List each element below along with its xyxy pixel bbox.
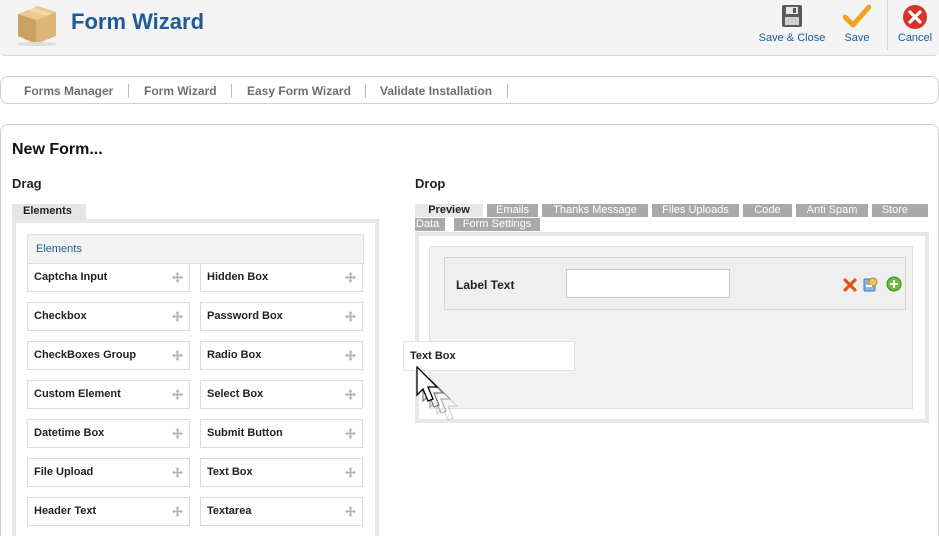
element-item-label: Captcha Input [34, 271, 108, 283]
element-item[interactable]: Header Text [27, 497, 190, 526]
submenu-divider [128, 84, 129, 98]
save-button[interactable]: Save [840, 4, 874, 44]
save-close-label: Save & Close [758, 32, 826, 44]
move-handle-icon[interactable] [172, 272, 183, 283]
move-handle-icon[interactable] [172, 467, 183, 478]
drop-section-label: Drop [415, 176, 446, 191]
main-panel: New Form... Drag Drop Elements Elements … [0, 124, 939, 536]
submenu-divider [507, 84, 508, 98]
tab-elements[interactable]: Elements [12, 204, 86, 219]
tab-preview[interactable]: Preview [415, 204, 483, 217]
element-item[interactable]: Datetime Box [27, 419, 190, 448]
elements-header: Elements [27, 234, 364, 264]
drop-tabs: Preview Emails Thanks Message Files Uplo… [415, 204, 928, 234]
save-label: Save [844, 32, 870, 44]
move-handle-icon[interactable] [345, 506, 356, 517]
move-handle-icon[interactable] [172, 428, 183, 439]
move-handle-icon[interactable] [345, 272, 356, 283]
element-item-label: File Upload [34, 466, 94, 478]
form-preview-area: Label Text [429, 246, 913, 409]
element-item-label: Select Box [207, 388, 264, 400]
tab-emails[interactable]: Emails [487, 204, 538, 217]
tab-anti-spam[interactable]: Anti Spam [796, 204, 868, 217]
checkmark-icon [843, 4, 871, 28]
element-item-label: Custom Element [34, 388, 121, 400]
move-handle-icon[interactable] [345, 428, 356, 439]
tab-form-settings[interactable]: Form Settings [454, 218, 540, 231]
element-item-label: Header Text [34, 505, 97, 517]
element-item-label: Radio Box [207, 349, 262, 361]
element-item-label: Password Box [207, 310, 283, 322]
tab-store[interactable]: Store [872, 204, 928, 217]
submenu-divider [231, 84, 232, 98]
app-title: Form Wizard [71, 9, 205, 34]
form-field-row[interactable]: Label Text [444, 257, 906, 310]
toolbar-header: Form Wizard Save & Close Save Cancel [0, 0, 939, 56]
tab-files-uploads[interactable]: Files Uploads [652, 204, 739, 217]
package-box-icon [17, 6, 57, 46]
save-close-button[interactable]: Save & Close [757, 4, 827, 44]
cancel-button[interactable]: Cancel [896, 4, 934, 44]
page-title: New Form... [12, 141, 103, 158]
element-item[interactable]: Hidden Box [200, 263, 363, 292]
element-item[interactable]: Radio Box [200, 341, 363, 370]
move-handle-icon[interactable] [172, 389, 183, 400]
delete-field-icon[interactable] [843, 278, 857, 297]
drag-section-label: Drag [12, 176, 42, 191]
cancel-label: Cancel [897, 32, 933, 44]
tab-code[interactable]: Code [743, 204, 792, 217]
move-handle-icon[interactable] [345, 350, 356, 361]
element-item[interactable]: Password Box [200, 302, 363, 331]
mouse-pointer-icon [416, 366, 459, 421]
element-item[interactable]: Select Box [200, 380, 363, 409]
element-item[interactable]: Submit Button [200, 419, 363, 448]
field-text-input[interactable] [566, 269, 730, 298]
element-item[interactable]: Custom Element [27, 380, 190, 409]
element-item-label: Hidden Box [207, 271, 269, 283]
drop-zone[interactable]: Label Text [415, 232, 929, 423]
app-root: Form Wizard Save & Close Save Cancel For… [0, 0, 939, 536]
element-item-label: CheckBoxes Group [34, 349, 137, 361]
field-label: Label Text [456, 278, 515, 292]
tab-store-data[interactable]: Data [415, 218, 445, 231]
element-item[interactable]: Textarea [200, 497, 363, 526]
move-handle-icon[interactable] [172, 506, 183, 517]
toolbar-divider [887, 0, 888, 50]
element-item[interactable]: Text Box [200, 458, 363, 487]
submenu-form-wizard[interactable]: Form Wizard [144, 84, 217, 98]
tab-thanks-message[interactable]: Thanks Message [542, 204, 648, 217]
submenu-forms-manager[interactable]: Forms Manager [24, 84, 113, 98]
edit-field-icon[interactable] [863, 276, 879, 297]
element-item[interactable]: Captcha Input [27, 263, 190, 292]
cancel-x-icon [903, 5, 927, 29]
element-item[interactable]: Checkbox [27, 302, 190, 331]
field-actions [843, 276, 904, 292]
move-handle-icon[interactable] [345, 311, 356, 322]
move-handle-icon[interactable] [345, 389, 356, 400]
element-item-label: Submit Button [207, 427, 283, 439]
floppy-disk-icon [782, 5, 802, 27]
move-handle-icon[interactable] [172, 350, 183, 361]
submenu-divider [365, 84, 366, 98]
move-handle-icon[interactable] [172, 311, 183, 322]
element-item-label: Checkbox [34, 310, 87, 322]
element-item-label: Text Box [207, 466, 253, 478]
move-handle-icon[interactable] [345, 467, 356, 478]
submenu-bar: Forms Manager Form Wizard Easy Form Wiza… [0, 76, 939, 104]
element-item[interactable]: CheckBoxes Group [27, 341, 190, 370]
element-item-label: Textarea [207, 505, 252, 517]
submenu-easy-form-wizard[interactable]: Easy Form Wizard [247, 84, 351, 98]
element-item[interactable]: File Upload [27, 458, 190, 487]
element-item-label: Datetime Box [34, 427, 105, 439]
elements-panel: Elements Captcha Input Checkbox CheckBoxes… [12, 219, 379, 536]
move-field-icon[interactable] [886, 276, 902, 297]
submenu-validate-installation[interactable]: Validate Installation [380, 84, 492, 98]
